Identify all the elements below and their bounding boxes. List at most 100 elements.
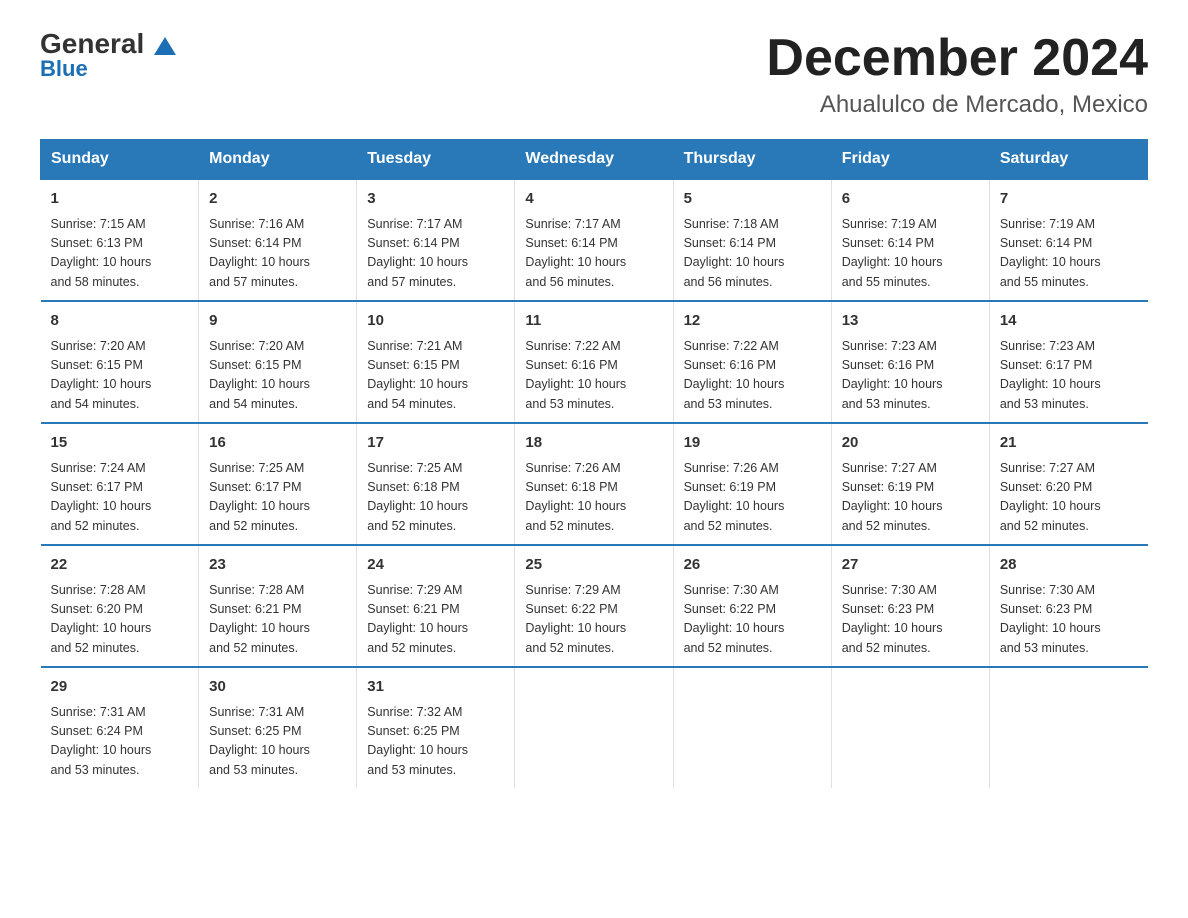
day-info: Sunrise: 7:19 AMSunset: 6:14 PMDaylight:… <box>842 215 979 293</box>
day-number: 31 <box>367 676 504 699</box>
weekday-header-wednesday: Wednesday <box>515 140 673 180</box>
calendar-header: SundayMondayTuesdayWednesdayThursdayFrid… <box>41 140 1148 180</box>
day-number: 11 <box>525 310 662 333</box>
calendar-cell: 13 Sunrise: 7:23 AMSunset: 6:16 PMDayligh… <box>831 301 989 423</box>
calendar-cell: 2 Sunrise: 7:16 AMSunset: 6:14 PMDaylight… <box>199 179 357 301</box>
calendar-cell: 19 Sunrise: 7:26 AMSunset: 6:19 PMDayligh… <box>673 423 831 545</box>
day-info: Sunrise: 7:31 AMSunset: 6:25 PMDaylight:… <box>209 703 346 781</box>
day-info: Sunrise: 7:20 AMSunset: 6:15 PMDaylight:… <box>51 337 189 415</box>
calendar-cell: 8 Sunrise: 7:20 AMSunset: 6:15 PMDaylight… <box>41 301 199 423</box>
calendar-cell: 12 Sunrise: 7:22 AMSunset: 6:16 PMDayligh… <box>673 301 831 423</box>
day-info: Sunrise: 7:16 AMSunset: 6:14 PMDaylight:… <box>209 215 346 293</box>
day-info: Sunrise: 7:30 AMSunset: 6:23 PMDaylight:… <box>1000 581 1138 659</box>
day-number: 9 <box>209 310 346 333</box>
day-number: 21 <box>1000 432 1138 455</box>
calendar-cell: 22 Sunrise: 7:28 AMSunset: 6:20 PMDayligh… <box>41 545 199 667</box>
calendar-cell: 25Sunrise: 7:29 AMSunset: 6:22 PMDayligh… <box>515 545 673 667</box>
calendar-cell: 26 Sunrise: 7:30 AMSunset: 6:22 PMDayligh… <box>673 545 831 667</box>
day-info: Sunrise: 7:21 AMSunset: 6:15 PMDaylight:… <box>367 337 504 415</box>
day-number: 5 <box>684 188 821 211</box>
title-block: December 2024 Ahualulco de Mercado, Mexi… <box>766 30 1148 119</box>
week-row-1: 1Sunrise: 7:15 AMSunset: 6:13 PMDaylight… <box>41 179 1148 301</box>
day-number: 15 <box>51 432 189 455</box>
weekday-header-friday: Friday <box>831 140 989 180</box>
day-number: 6 <box>842 188 979 211</box>
day-info: Sunrise: 7:17 AMSunset: 6:14 PMDaylight:… <box>525 215 662 293</box>
day-info: Sunrise: 7:25 AMSunset: 6:18 PMDaylight:… <box>367 459 504 537</box>
calendar-title: December 2024 <box>766 30 1148 87</box>
calendar-cell: 7Sunrise: 7:19 AMSunset: 6:14 PMDaylight… <box>989 179 1147 301</box>
day-info: Sunrise: 7:25 AMSunset: 6:17 PMDaylight:… <box>209 459 346 537</box>
calendar-cell: 31 Sunrise: 7:32 AMSunset: 6:25 PMDayligh… <box>357 667 515 788</box>
day-info: Sunrise: 7:29 AMSunset: 6:21 PMDaylight:… <box>367 581 504 659</box>
calendar-cell: 23 Sunrise: 7:28 AMSunset: 6:21 PMDayligh… <box>199 545 357 667</box>
day-info: Sunrise: 7:23 AMSunset: 6:16 PMDaylight:… <box>842 337 979 415</box>
day-info: Sunrise: 7:29 AMSunset: 6:22 PMDaylight:… <box>525 581 662 659</box>
day-number: 4 <box>525 188 662 211</box>
day-number: 27 <box>842 554 979 577</box>
calendar-cell: 27 Sunrise: 7:30 AMSunset: 6:23 PMDayligh… <box>831 545 989 667</box>
logo: General Blue <box>40 30 176 82</box>
week-row-4: 22 Sunrise: 7:28 AMSunset: 6:20 PMDayligh… <box>41 545 1148 667</box>
day-number: 22 <box>51 554 189 577</box>
day-number: 16 <box>209 432 346 455</box>
day-number: 7 <box>1000 188 1138 211</box>
day-info: Sunrise: 7:22 AMSunset: 6:16 PMDaylight:… <box>684 337 821 415</box>
day-info: Sunrise: 7:26 AMSunset: 6:19 PMDaylight:… <box>684 459 821 537</box>
day-number: 28 <box>1000 554 1138 577</box>
day-number: 30 <box>209 676 346 699</box>
calendar-cell <box>989 667 1147 788</box>
logo-blue-text: Blue <box>40 56 88 82</box>
calendar-subtitle: Ahualulco de Mercado, Mexico <box>766 91 1148 119</box>
calendar-cell: 6 Sunrise: 7:19 AMSunset: 6:14 PMDaylight… <box>831 179 989 301</box>
day-number: 18 <box>525 432 662 455</box>
calendar-cell <box>515 667 673 788</box>
day-number: 8 <box>51 310 189 333</box>
weekday-header-thursday: Thursday <box>673 140 831 180</box>
calendar-cell: 28 Sunrise: 7:30 AMSunset: 6:23 PMDayligh… <box>989 545 1147 667</box>
calendar-cell: 30 Sunrise: 7:31 AMSunset: 6:25 PMDayligh… <box>199 667 357 788</box>
day-info: Sunrise: 7:20 AMSunset: 6:15 PMDaylight:… <box>209 337 346 415</box>
calendar-cell: 21 Sunrise: 7:27 AMSunset: 6:20 PMDayligh… <box>989 423 1147 545</box>
page-header: General Blue December 2024 Ahualulco de … <box>40 30 1148 119</box>
week-row-3: 15Sunrise: 7:24 AMSunset: 6:17 PMDayligh… <box>41 423 1148 545</box>
calendar-cell: 17Sunrise: 7:25 AMSunset: 6:18 PMDayligh… <box>357 423 515 545</box>
day-number: 13 <box>842 310 979 333</box>
day-number: 14 <box>1000 310 1138 333</box>
calendar-cell: 9 Sunrise: 7:20 AMSunset: 6:15 PMDaylight… <box>199 301 357 423</box>
calendar-cell: 15Sunrise: 7:24 AMSunset: 6:17 PMDayligh… <box>41 423 199 545</box>
day-info: Sunrise: 7:27 AMSunset: 6:19 PMDaylight:… <box>842 459 979 537</box>
calendar-cell: 5 Sunrise: 7:18 AMSunset: 6:14 PMDaylight… <box>673 179 831 301</box>
day-info: Sunrise: 7:30 AMSunset: 6:23 PMDaylight:… <box>842 581 979 659</box>
calendar-cell: 29Sunrise: 7:31 AMSunset: 6:24 PMDayligh… <box>41 667 199 788</box>
calendar-cell: 1Sunrise: 7:15 AMSunset: 6:13 PMDaylight… <box>41 179 199 301</box>
logo-general-text: General <box>40 30 176 58</box>
day-info: Sunrise: 7:30 AMSunset: 6:22 PMDaylight:… <box>684 581 821 659</box>
day-info: Sunrise: 7:27 AMSunset: 6:20 PMDaylight:… <box>1000 459 1138 537</box>
weekday-header-tuesday: Tuesday <box>357 140 515 180</box>
week-row-5: 29Sunrise: 7:31 AMSunset: 6:24 PMDayligh… <box>41 667 1148 788</box>
week-row-2: 8 Sunrise: 7:20 AMSunset: 6:15 PMDaylight… <box>41 301 1148 423</box>
calendar-cell: 14 Sunrise: 7:23 AMSunset: 6:17 PMDayligh… <box>989 301 1147 423</box>
day-info: Sunrise: 7:26 AMSunset: 6:18 PMDaylight:… <box>525 459 662 537</box>
calendar-cell <box>831 667 989 788</box>
day-info: Sunrise: 7:23 AMSunset: 6:17 PMDaylight:… <box>1000 337 1138 415</box>
day-number: 12 <box>684 310 821 333</box>
weekday-header-monday: Monday <box>199 140 357 180</box>
day-info: Sunrise: 7:17 AMSunset: 6:14 PMDaylight:… <box>367 215 504 293</box>
day-info: Sunrise: 7:28 AMSunset: 6:21 PMDaylight:… <box>209 581 346 659</box>
day-number: 26 <box>684 554 821 577</box>
logo-triangle-icon <box>154 37 176 55</box>
calendar-cell: 10Sunrise: 7:21 AMSunset: 6:15 PMDayligh… <box>357 301 515 423</box>
day-info: Sunrise: 7:18 AMSunset: 6:14 PMDaylight:… <box>684 215 821 293</box>
day-number: 19 <box>684 432 821 455</box>
day-info: Sunrise: 7:28 AMSunset: 6:20 PMDaylight:… <box>51 581 189 659</box>
day-info: Sunrise: 7:32 AMSunset: 6:25 PMDaylight:… <box>367 703 504 781</box>
weekday-header-row: SundayMondayTuesdayWednesdayThursdayFrid… <box>41 140 1148 180</box>
day-number: 23 <box>209 554 346 577</box>
calendar-cell: 11Sunrise: 7:22 AMSunset: 6:16 PMDayligh… <box>515 301 673 423</box>
day-number: 29 <box>51 676 189 699</box>
day-number: 2 <box>209 188 346 211</box>
day-number: 3 <box>367 188 504 211</box>
weekday-header-saturday: Saturday <box>989 140 1147 180</box>
